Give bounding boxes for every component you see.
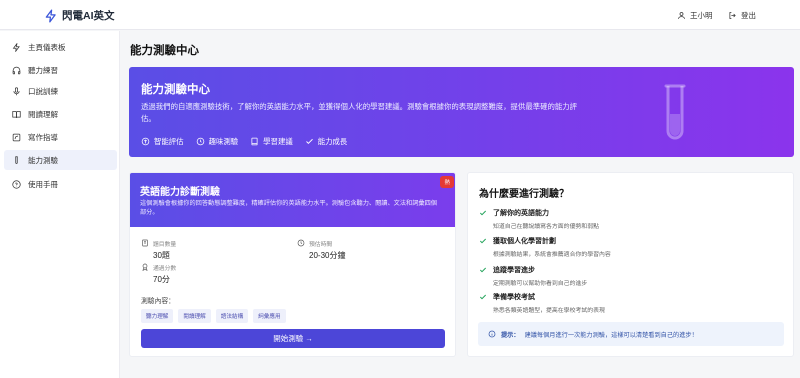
why-item: 追蹤學習進步 定期測驗可以幫助你看到自己的進步 xyxy=(479,265,587,287)
sidebar-item-label: 閱讀理解 xyxy=(28,109,58,119)
why-item-desc: 熟悉各類英語題型，提高在學校考試的表現 xyxy=(493,308,605,314)
headphones-icon xyxy=(12,66,21,74)
help-circle-icon xyxy=(12,179,21,189)
test-tube-icon xyxy=(15,155,18,164)
hero-feature-list: 智能評估 趣味測驗 學習建議 能力成長 xyxy=(141,136,347,147)
feature-label: 能力成長 xyxy=(317,137,348,146)
content-chip: 語法結構 xyxy=(215,309,249,323)
hot-badge: 熱 xyxy=(440,176,454,188)
pencil-icon xyxy=(12,133,21,141)
sidebar-item-label: 能力測驗 xyxy=(28,155,58,165)
test-card-header: 英語能力診斷測驗 這個測驗會根據你的回答動態調整難度，精確評估你的英語能力水平。… xyxy=(130,173,455,227)
user-name: 王小明 xyxy=(690,11,713,20)
document-icon xyxy=(142,239,148,247)
check-icon xyxy=(479,210,487,216)
why-item: 了解你的英語能力 知道自己在聽說讀寫各方面的優勢和弱點 xyxy=(479,208,599,230)
user-menu[interactable]: 王小明 xyxy=(677,10,713,21)
content-chip: 聽力理解 xyxy=(141,309,174,323)
test-card-description: 這個測驗會根據你的回答動態調整難度，精確評估你的英語能力水平。測驗包含聽力、閱讀… xyxy=(140,200,437,216)
app-logo[interactable]: 閃電AI英文 xyxy=(44,8,115,23)
stat-estimated-time: 預估時間 20-30分鐘 xyxy=(297,239,345,261)
why-item-desc: 知道自己在聽說讀寫各方面的優勢和弱點 xyxy=(493,224,600,230)
why-item: 獲取個人化學習計劃 根據測驗結果，系統會推薦適合你的學習內容 xyxy=(479,236,611,258)
stat-pass-score: 通過分數 70分 xyxy=(141,263,176,285)
sidebar-item-manual[interactable]: 使用手冊 xyxy=(4,174,117,194)
stat-value: 20-30分鐘 xyxy=(309,251,346,260)
sidebar-item-label: 聽力練習 xyxy=(28,65,58,75)
check-icon xyxy=(479,294,487,300)
book-open-icon xyxy=(12,110,21,118)
content-chip: 閱讀理解 xyxy=(178,309,211,323)
sidebar-item-label: 使用手冊 xyxy=(28,179,58,189)
stat-value: 30題 xyxy=(153,251,170,260)
award-icon xyxy=(142,263,148,271)
clock-icon xyxy=(297,239,305,247)
check-icon xyxy=(305,138,313,145)
stat-label: 題目數量 xyxy=(153,242,177,248)
app-name: 閃電AI英文 xyxy=(62,10,115,22)
why-item-desc: 定期測驗可以幫助你看到自己的進步 xyxy=(493,281,588,287)
tip-label: 提示： xyxy=(501,331,520,339)
sidebar-item-label: 口說訓練 xyxy=(28,86,58,96)
logout-button[interactable]: 登出 xyxy=(728,10,756,21)
feature-label: 智能評估 xyxy=(154,137,184,146)
check-icon xyxy=(479,238,487,244)
why-item-title: 準備學校考試 xyxy=(493,294,535,301)
microphone-icon xyxy=(13,86,20,95)
feature-smart-assessment: 智能評估 xyxy=(141,136,184,147)
page-title: 能力測驗中心 xyxy=(130,45,199,57)
hero-banner: 能力測驗中心 透過我們的自適應測驗技術，了解你的英語能力水平，並獲得個人化的學習… xyxy=(129,67,794,157)
why-title: 為什麼要進行測驗？ xyxy=(479,189,569,200)
sidebar-item-assessment[interactable]: 能力測驗 xyxy=(4,150,117,170)
feature-label: 學習建議 xyxy=(263,137,293,146)
user-icon xyxy=(678,12,685,19)
content-chip: 詞彙應用 xyxy=(253,309,286,323)
info-icon xyxy=(488,330,496,338)
sidebar-item-label: 寫作指導 xyxy=(28,132,58,142)
logout-label: 登出 xyxy=(741,11,756,20)
sidebar-item-writing[interactable]: 寫作指導 xyxy=(4,127,117,147)
test-tube-illustration-icon xyxy=(664,84,686,140)
hero-title: 能力測驗中心 xyxy=(141,84,210,96)
tip-box: 提示： 建議每個月進行一次能力測驗，這樣可以清楚看到自己的進步！ xyxy=(478,322,784,346)
hero-description: 透過我們的自適應測驗技術，了解你的英語能力水平，並獲得個人化的學習建議。測驗會根… xyxy=(141,102,578,123)
test-contents-label: 測驗內容： xyxy=(141,298,175,305)
lightning-logo-icon xyxy=(45,9,56,22)
why-item-title: 追蹤學習進步 xyxy=(493,267,535,274)
sidebar-item-speaking[interactable]: 口說訓練 xyxy=(4,81,117,101)
stat-value: 70分 xyxy=(153,275,170,284)
test-card-title: 英語能力診斷測驗 xyxy=(140,187,220,198)
logout-icon xyxy=(729,12,736,19)
top-bar: 閃電AI英文 王小明 登出 xyxy=(0,0,800,30)
sidebar-item-reading[interactable]: 閱讀理解 xyxy=(4,104,117,124)
feature-learning-advice: 學習建議 xyxy=(250,136,293,147)
tip-text: 建議每個月進行一次能力測驗，這樣可以清楚看到自己的進步！ xyxy=(524,331,698,339)
check-icon xyxy=(479,267,487,273)
why-item-title: 了解你的英語能力 xyxy=(493,210,549,217)
feature-label: 趣味測驗 xyxy=(208,137,239,146)
start-test-button[interactable]: 開始測驗 → xyxy=(141,329,445,348)
book-icon xyxy=(251,137,258,146)
why-test-card: 為什麼要進行測驗？ 了解你的英語能力 知道自己在聽說讀寫各方面的優勢和弱點 獲取… xyxy=(467,172,794,357)
bolt-icon xyxy=(12,42,20,52)
test-contents-chips: 聽力理解 閱讀理解 語法結構 詞彙應用 xyxy=(141,309,286,323)
why-item-desc: 根據測驗結果，系統會推薦適合你的學習內容 xyxy=(493,252,611,258)
stat-label: 通過分數 xyxy=(153,266,177,272)
brain-icon xyxy=(141,137,150,146)
feature-growth: 能力成長 xyxy=(305,136,348,147)
why-item-title: 獲取個人化學習計劃 xyxy=(493,238,556,245)
clock-icon xyxy=(196,137,204,146)
sidebar-item-dashboard[interactable]: 主頁儀表板 xyxy=(4,37,117,57)
diagnostic-test-card: 英語能力診斷測驗 這個測驗會根據你的回答動態調整難度，精確評估你的英語能力水平。… xyxy=(129,172,456,357)
stat-question-count: 題目數量 30題 xyxy=(141,239,176,261)
why-item: 準備學校考試 熟悉各類英語題型，提高在學校考試的表現 xyxy=(479,292,605,314)
feature-fun-quiz: 趣味測驗 xyxy=(196,136,239,147)
sidebar-item-listening[interactable]: 聽力練習 xyxy=(4,60,117,80)
sidebar: 主頁儀表板 聽力練習 口說訓練 閱讀理解 寫作指導 能力測驗 使用手冊 xyxy=(0,31,120,378)
stat-label: 預估時間 xyxy=(309,242,333,248)
sidebar-item-label: 主頁儀表板 xyxy=(28,42,66,52)
